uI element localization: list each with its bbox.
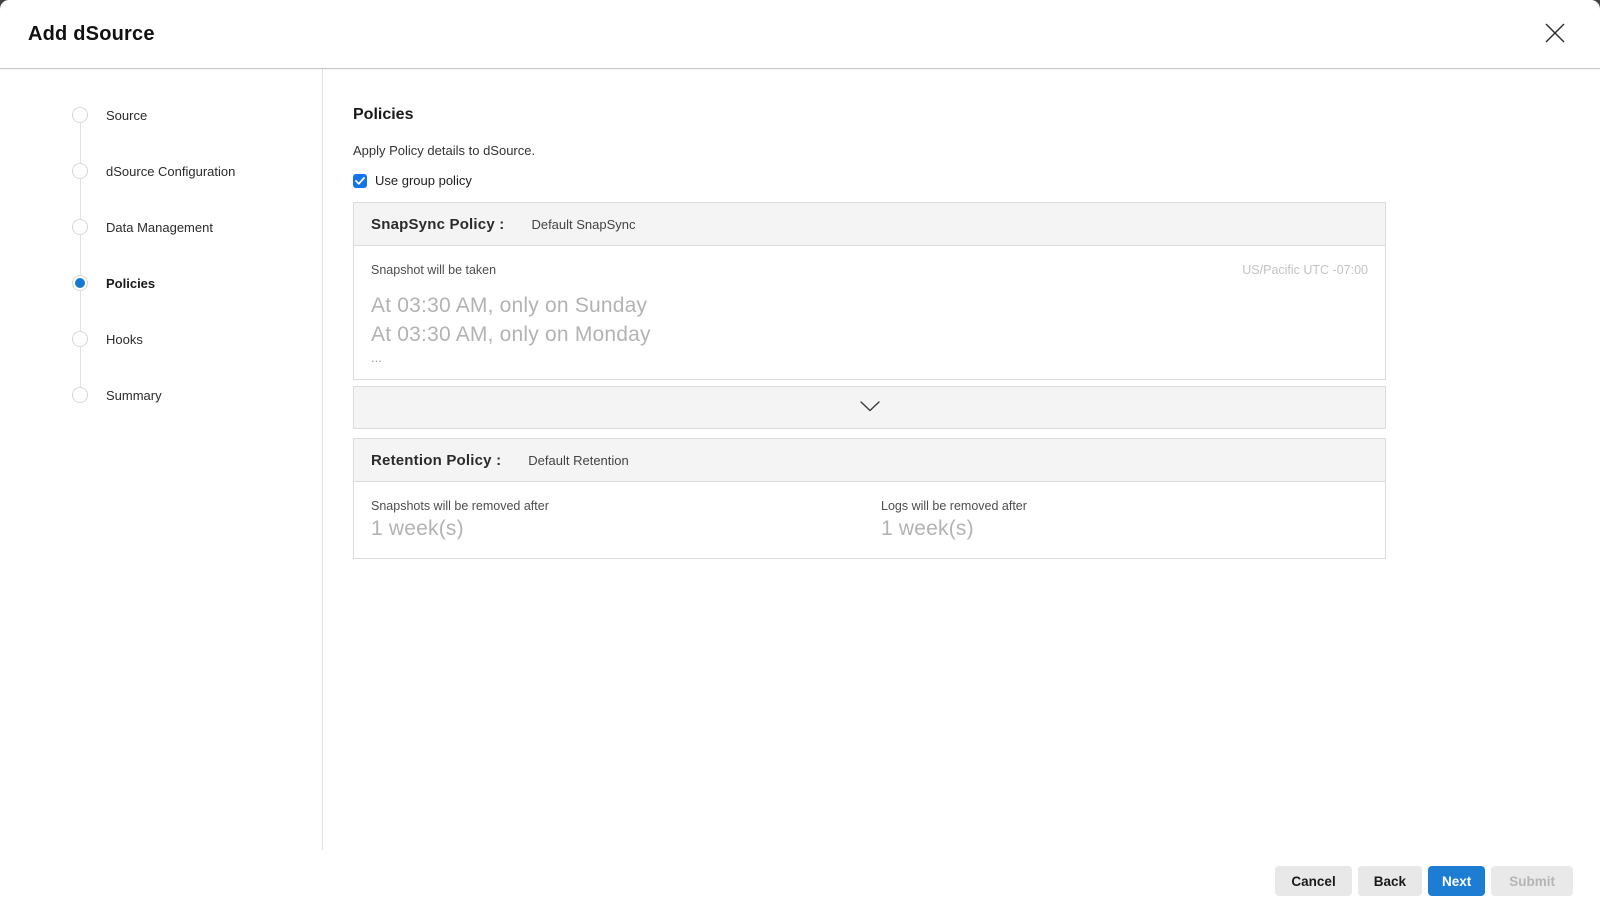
close-icon — [1542, 20, 1568, 49]
step-label: Data Management — [106, 220, 213, 235]
schedule-line: At 03:30 AM, only on Monday — [371, 320, 1368, 349]
checkbox-label: Use group policy — [375, 173, 472, 188]
schedule-line: At 03:30 AM, only on Sunday — [371, 291, 1368, 320]
dialog-title: Add dSource — [28, 23, 155, 46]
submit-button[interactable]: Submit — [1491, 866, 1573, 896]
logs-retention-value: 1 week(s) — [881, 517, 1027, 541]
step-data-management[interactable]: Data Management — [0, 199, 322, 255]
snapsync-policy-value: Default SnapSync — [531, 217, 635, 232]
step-source[interactable]: Source — [0, 87, 322, 143]
step-circle-icon — [72, 107, 88, 123]
retention-policy-body: Snapshots will be removed after 1 week(s… — [353, 482, 1386, 559]
expand-schedule-button[interactable] — [353, 386, 1386, 429]
dialog-footer: Cancel Back Next Submit — [0, 850, 1600, 920]
close-button[interactable] — [1538, 17, 1572, 51]
snapsync-policy-title: SnapSync Policy : — [371, 216, 504, 233]
dialog-header: Add dSource — [0, 0, 1600, 69]
policies-panel: Policies Apply Policy details to dSource… — [323, 69, 1600, 850]
schedule-truncation-ellipsis: ... — [371, 351, 1368, 365]
step-policies[interactable]: Policies — [0, 255, 322, 311]
cancel-button[interactable]: Cancel — [1275, 866, 1351, 896]
step-label: Hooks — [106, 332, 143, 347]
step-label: Policies — [106, 276, 155, 291]
schedule-lines: At 03:30 AM, only on Sunday At 03:30 AM,… — [371, 291, 1368, 365]
dialog-body: Source dSource Configuration Data Manage… — [0, 69, 1600, 850]
snapshots-retention-label: Snapshots will be removed after — [371, 499, 881, 513]
timezone-label: US/Pacific UTC -07:00 — [1242, 263, 1368, 277]
next-button[interactable]: Next — [1428, 866, 1485, 896]
retention-policy-value: Default Retention — [528, 453, 628, 468]
step-label: Source — [106, 108, 147, 123]
step-hooks[interactable]: Hooks — [0, 311, 322, 367]
step-label: Summary — [106, 388, 162, 403]
checkbox-checked-icon[interactable] — [353, 174, 367, 188]
back-button[interactable]: Back — [1358, 866, 1422, 896]
wizard-stepper: Source dSource Configuration Data Manage… — [0, 69, 323, 850]
step-summary[interactable]: Summary — [0, 367, 322, 423]
step-circle-icon — [72, 163, 88, 179]
logs-retention-label: Logs will be removed after — [881, 499, 1027, 513]
snapshots-retention-column: Snapshots will be removed after 1 week(s… — [371, 499, 881, 541]
snapsync-policy-header: SnapSync Policy : Default SnapSync — [353, 202, 1386, 246]
step-circle-active-icon — [72, 275, 88, 291]
step-dsource-configuration[interactable]: dSource Configuration — [0, 143, 322, 199]
page-description: Apply Policy details to dSource. — [353, 143, 1600, 158]
logs-retention-column: Logs will be removed after 1 week(s) — [881, 499, 1027, 541]
page-title: Policies — [353, 106, 1600, 124]
step-label: dSource Configuration — [106, 164, 235, 179]
snapsync-policy-body: Snapshot will be taken US/Pacific UTC -0… — [353, 246, 1386, 380]
retention-policy-card: Retention Policy : Default Retention Sna… — [353, 438, 1386, 559]
step-circle-icon — [72, 219, 88, 235]
add-dsource-dialog: Add dSource Source dSource Configuration — [0, 0, 1600, 920]
step-circle-icon — [72, 331, 88, 347]
step-circle-icon — [72, 387, 88, 403]
chevron-down-icon — [860, 399, 880, 417]
retention-policy-header: Retention Policy : Default Retention — [353, 438, 1386, 482]
retention-policy-title: Retention Policy : — [371, 452, 501, 469]
schedule-label: Snapshot will be taken — [371, 263, 496, 277]
snapshots-retention-value: 1 week(s) — [371, 517, 881, 541]
use-group-policy-checkbox[interactable]: Use group policy — [353, 173, 472, 188]
snapsync-policy-card: SnapSync Policy : Default SnapSync Snaps… — [353, 202, 1386, 429]
